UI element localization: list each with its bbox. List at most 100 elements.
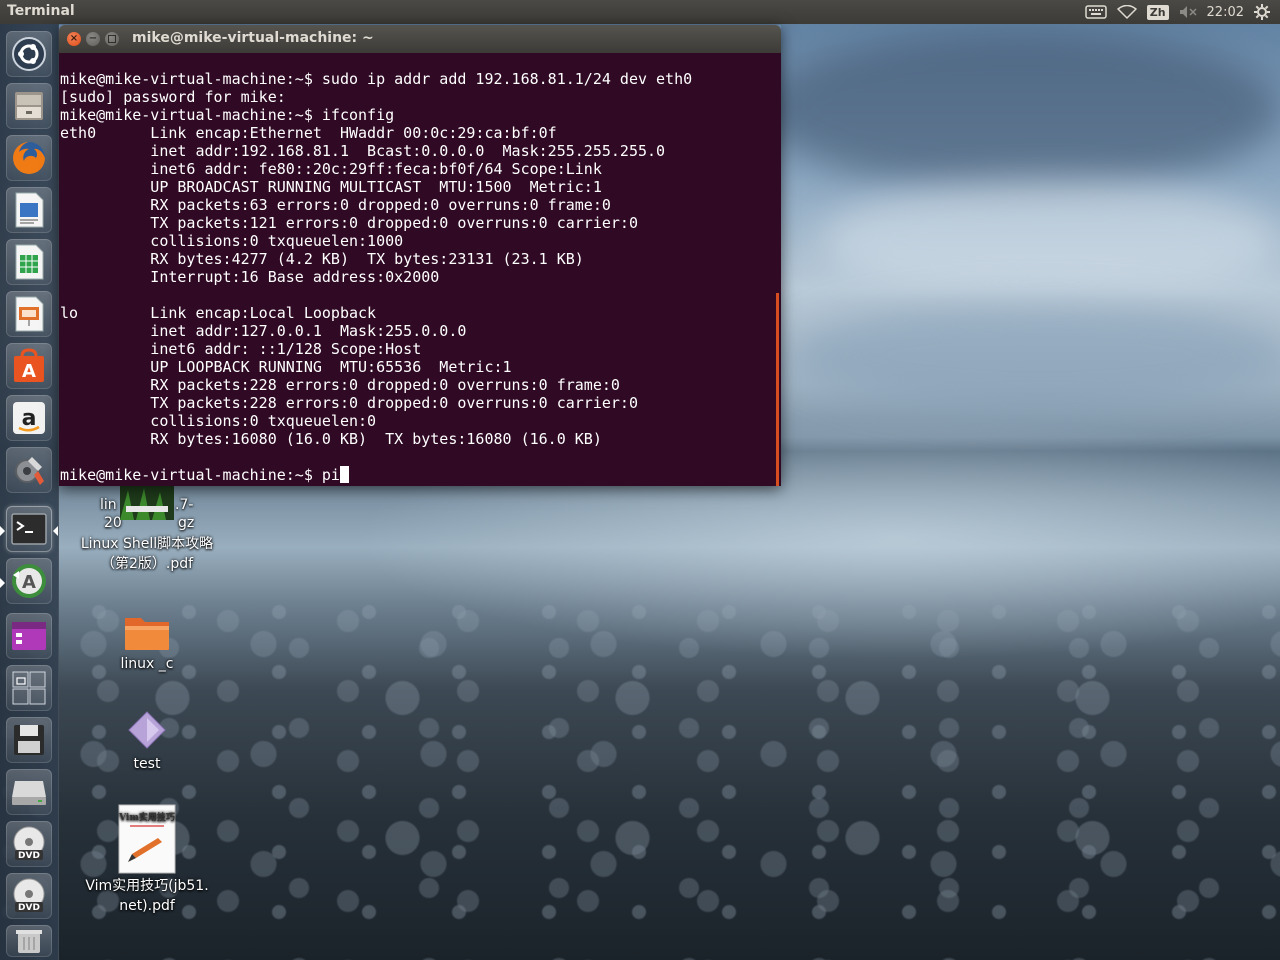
- terminal-current-input[interactable]: pi: [322, 466, 340, 484]
- terminal-line: inet addr:127.0.0.1 Mask:255.0.0.0: [150, 322, 467, 340]
- hidden-label-right-2: gz: [178, 515, 195, 531]
- input-method-indicator[interactable]: Zh: [1146, 0, 1169, 24]
- launcher-firefox[interactable]: [6, 135, 52, 181]
- launcher-save[interactable]: [6, 717, 52, 763]
- maximize-button[interactable]: [105, 32, 119, 46]
- pdf-thumbnail-icon: [120, 486, 174, 526]
- terminal-output[interactable]: mike@mike-virtual-machine:~$ sudo ip add…: [59, 53, 781, 486]
- maximize-icon: [108, 35, 116, 43]
- close-icon: ×: [69, 33, 79, 44]
- desktop-icon-label: test: [133, 756, 161, 772]
- input-method-label: Zh: [1146, 4, 1169, 20]
- pdf-book-icon: Vim实用技巧: [77, 804, 217, 876]
- file-cabinet-icon: [11, 88, 47, 124]
- window-title: mike@mike-virtual-machine: ~: [132, 30, 374, 46]
- desktop-icon-vim-pdf[interactable]: Vim实用技巧 Vim实用技巧(jb51. net).pdf: [77, 804, 217, 916]
- script-file-icon: [77, 710, 217, 754]
- terminal-prompt: mike@mike-virtual-machine:~$: [60, 466, 322, 484]
- firefox-icon: [10, 139, 48, 177]
- svg-text:A: A: [22, 361, 36, 382]
- launcher-system-settings[interactable]: [6, 447, 52, 493]
- terminal-line: lo Link encap:Local Loopback: [60, 304, 377, 322]
- active-app-title: Terminal: [7, 3, 75, 19]
- terminal-line: TX packets:121 errors:0 dropped:0 overru…: [150, 214, 638, 232]
- terminal-line: inet6 addr: fe80::20c:29ff:feca:bf0f/64 …: [150, 160, 602, 178]
- desktop-icon-label: Linux Shell脚本攻略: [80, 536, 214, 552]
- terminal-line: inet6 addr: ::1/128 Scope:Host: [150, 340, 422, 358]
- terminal-line: UP BROADCAST RUNNING MULTICAST MTU:1500 …: [150, 178, 602, 196]
- drive-icon: [10, 777, 48, 807]
- wifi-icon[interactable]: [1116, 0, 1137, 24]
- launcher-writer[interactable]: [6, 187, 52, 233]
- launcher-software-center[interactable]: A: [6, 343, 52, 389]
- svg-text:A: A: [22, 572, 36, 593]
- trash-icon: [14, 927, 44, 955]
- desktop-icon-label: Vim实用技巧(jb51.: [85, 878, 209, 894]
- launcher-dvd-1[interactable]: DVD: [6, 821, 52, 867]
- keyboard-icon[interactable]: [1084, 0, 1107, 24]
- launcher-impress[interactable]: [6, 291, 52, 337]
- hidden-label-right: .7-: [175, 497, 194, 513]
- svg-text:Vim实用技巧: Vim实用技巧: [118, 811, 175, 823]
- terminal-text: mike@mike-virtual-machine:~$ sudo ip add…: [60, 70, 692, 484]
- terminal-line: UP LOOPBACK RUNNING MTU:65536 Metric:1: [150, 358, 512, 376]
- terminal-line: TX packets:228 errors:0 dropped:0 overru…: [150, 394, 638, 412]
- launcher-terminal[interactable]: [6, 506, 52, 552]
- dvd-icon: DVD: [10, 825, 48, 863]
- launcher: A a A DVD DVD: [0, 24, 59, 960]
- launcher-workspace-switcher[interactable]: [6, 665, 52, 711]
- desktop-icon-label-line2: net).pdf: [119, 898, 175, 914]
- launcher-trash[interactable]: [6, 925, 52, 957]
- launcher-dvd-2[interactable]: DVD: [6, 873, 52, 919]
- terminal-line: mike@mike-virtual-machine:~$ ifconfig: [60, 106, 395, 124]
- minimize-icon: −: [88, 33, 98, 44]
- top-panel: Terminal Zh 22:02: [0, 0, 1280, 24]
- desktop-icon-linux-c-folder[interactable]: linux _c: [77, 612, 217, 674]
- svg-text:a: a: [22, 406, 37, 431]
- desktop-icon-label: linux _c: [120, 656, 174, 672]
- terminal-line: inet addr:192.168.81.1 Bcast:0.0.0.0 Mas…: [150, 142, 666, 160]
- impress-icon: [12, 295, 46, 333]
- launcher-files[interactable]: [6, 83, 52, 129]
- terminal-line: mike@mike-virtual-machine:~$ sudo ip add…: [60, 70, 693, 88]
- launcher-software-updater[interactable]: A: [6, 558, 52, 604]
- dvd-icon: DVD: [10, 877, 48, 915]
- terminal-line: RX bytes:16080 (16.0 KB) TX bytes:16080 …: [150, 430, 602, 448]
- volume-muted-icon[interactable]: [1179, 0, 1197, 24]
- text-cursor: [339, 466, 349, 483]
- terminal-line: RX packets:228 errors:0 dropped:0 overru…: [150, 376, 620, 394]
- launcher-calc[interactable]: [6, 239, 52, 285]
- desktop-icon-test[interactable]: test: [77, 710, 217, 774]
- window-titlebar[interactable]: × − mike@mike-virtual-machine: ~: [59, 25, 781, 53]
- launcher-drive[interactable]: [6, 769, 52, 815]
- launcher-unity-tweak[interactable]: [6, 613, 52, 659]
- terminal-line: RX bytes:4277 (4.2 KB) TX bytes:23131 (2…: [150, 250, 584, 268]
- terminal-window[interactable]: × − mike@mike-virtual-machine: ~ mike@mi…: [59, 25, 781, 486]
- gear-icon[interactable]: [1254, 0, 1270, 24]
- hidden-label-left: lin: [100, 497, 117, 513]
- svg-text:DVD: DVD: [18, 903, 40, 913]
- clock[interactable]: 22:02: [1207, 0, 1244, 24]
- terminal-line: [sudo] password for mike:: [60, 88, 286, 106]
- svg-text:DVD: DVD: [18, 851, 40, 861]
- terminal-line: collisions:0 txqueuelen:0: [150, 412, 377, 430]
- settings-icon: [10, 451, 48, 489]
- software-center-icon: A: [10, 347, 48, 385]
- ubuntu-logo-icon: [11, 36, 47, 72]
- calc-icon: [12, 243, 46, 281]
- close-button[interactable]: ×: [67, 32, 81, 46]
- terminal-line: collisions:0 txqueuelen:1000: [150, 232, 404, 250]
- minimize-button[interactable]: −: [86, 32, 100, 46]
- terminal-line: Interrupt:16 Base address:0x2000: [150, 268, 440, 286]
- amazon-icon: a: [10, 399, 48, 437]
- terminal-line: RX packets:63 errors:0 dropped:0 overrun…: [150, 196, 611, 214]
- workspaces-icon: [10, 669, 48, 707]
- scrollbar[interactable]: [776, 293, 779, 486]
- folder-icon: [77, 612, 217, 654]
- desktop-icon-linux-shell-pdf[interactable]: lin 20 .7- gz Linux Shell脚本攻略 （第2版）.pdf: [77, 486, 217, 574]
- desktop-icon-label-line2: （第2版）.pdf: [100, 556, 194, 572]
- terminal-history: mike@mike-virtual-machine:~$ sudo ip add…: [60, 70, 692, 448]
- indicator-area: Zh 22:02: [1084, 0, 1280, 24]
- launcher-dash[interactable]: [6, 31, 52, 77]
- launcher-amazon[interactable]: a: [6, 395, 52, 441]
